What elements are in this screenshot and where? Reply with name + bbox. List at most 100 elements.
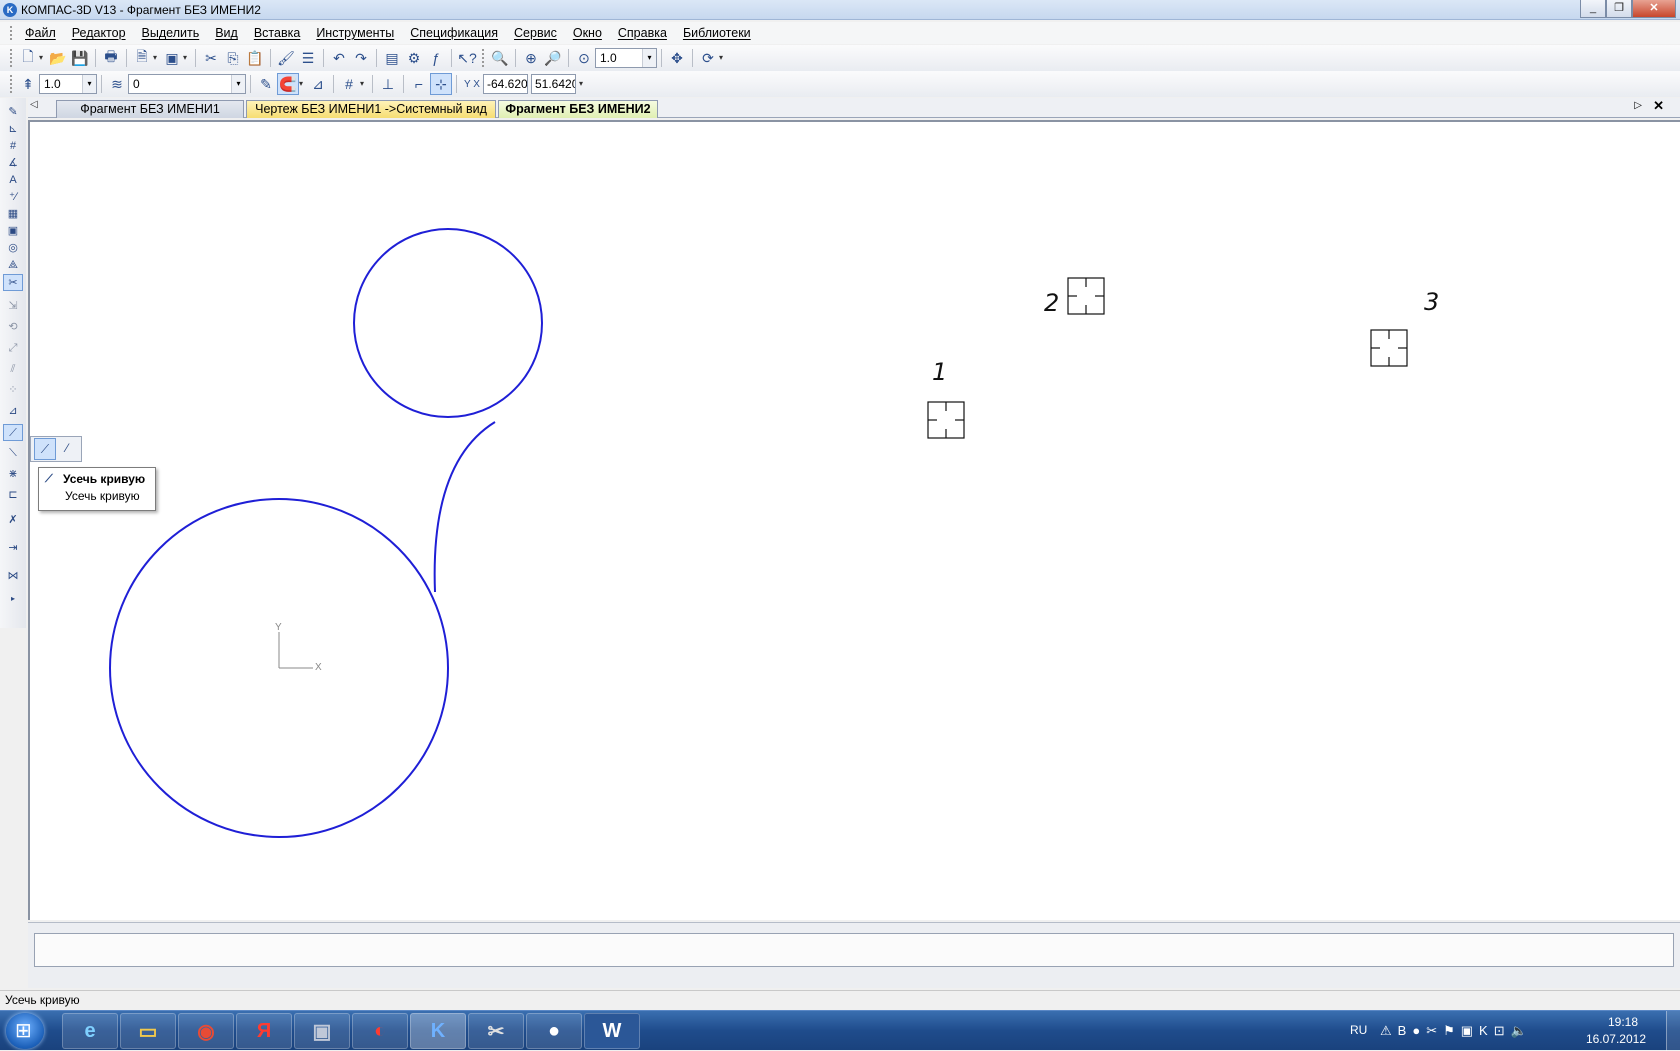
tray-k-icon[interactable]: K [1479,1023,1488,1039]
new-document-icon[interactable]: 🗋 [17,47,39,69]
save-icon[interactable]: 💾 [69,47,91,69]
zoom-window-icon[interactable]: 🔍 [489,47,511,69]
menu-service[interactable]: Сервис [506,26,565,40]
maximize-button[interactable]: ❐ [1606,0,1632,18]
copy-icon[interactable]: ⎘ [222,47,244,69]
geometry-tool-icon[interactable]: ✎ [3,104,23,121]
preview-icon[interactable]: 🗎 [131,47,153,69]
layers-icon[interactable]: ≋ [106,73,128,95]
measure-tool-icon[interactable]: ⁺∕ [3,189,23,206]
expand-toolbar-icon[interactable]: ▸ [3,590,23,607]
minimize-button[interactable]: _ [1580,0,1606,18]
toolbar-grip[interactable] [10,49,13,67]
pan-icon[interactable]: ✥ [666,47,688,69]
start-button[interactable] [6,1013,44,1049]
show-desktop-button[interactable] [1666,1011,1680,1051]
zoom-combo[interactable]: 1.0 ▾ [595,48,657,68]
network-icon[interactable]: ⊡ [1494,1023,1505,1039]
properties-box[interactable] [34,933,1674,967]
redo-icon[interactable]: ↷ [350,47,372,69]
symmetry-icon[interactable]: ⫽ [3,361,23,378]
properties-icon[interactable]: ☰ [297,47,319,69]
zoom-fit-icon[interactable]: ⊕ [520,47,542,69]
small-circle[interactable] [353,228,543,418]
orthogonal-mode-icon[interactable]: ⌐ [408,73,430,95]
word-icon[interactable]: W [584,1013,640,1049]
preview-dropdown-icon[interactable]: ▾ [153,47,161,69]
edit-tool-icon[interactable]: ∡ [3,155,23,172]
variables-icon[interactable]: ⚙ [403,47,425,69]
trim-two-points-icon[interactable]: ⁄ [56,438,78,460]
tray-agent-icon[interactable]: ● [1412,1023,1420,1039]
recorder-icon[interactable]: ◐ [352,1013,408,1049]
flag-icon[interactable]: ⚑ [1443,1023,1455,1039]
dimensions-tool-icon[interactable]: ⊾ [3,121,23,138]
move-icon[interactable]: ⇲ [3,298,23,315]
tab-fragment-2[interactable]: Фрагмент БЕЗ ИМЕНИ2 [498,100,658,118]
refresh-icon[interactable]: ⟳ [697,47,719,69]
divide-icon[interactable]: ⇥ [3,540,23,557]
chevron-down-icon[interactable]: ▾ [231,75,245,93]
point-marker-3[interactable] [1370,329,1408,367]
drawing-canvas[interactable]: Y X 1 2 3 [28,120,1680,920]
trim-curve-icon[interactable]: ⟋ [3,424,23,441]
menu-insert[interactable]: Вставка [246,26,308,40]
tab-drawing-1[interactable]: Чертеж БЕЗ ИМЕНИ1 ->Системный вид [246,100,496,118]
function-icon[interactable]: ƒ [425,47,447,69]
cut-icon[interactable]: ✂ [200,47,222,69]
tray-app-icon[interactable]: ⚠ [1380,1023,1392,1039]
tabs-left-arrow-icon[interactable]: ◁ [30,99,38,110]
layer-combo[interactable]: 0 ▾ [128,74,246,94]
local-cs-icon[interactable]: ⊥ [377,73,399,95]
scale-icon[interactable]: ⤢ [3,340,23,357]
explorer-icon[interactable]: ▭ [120,1013,176,1049]
ortho-icon[interactable]: ⊿ [307,73,329,95]
messenger-icon[interactable]: ● [526,1013,582,1049]
coord-x-field[interactable]: -64.620 [483,74,528,94]
snipping-icon[interactable]: ✂ [468,1013,524,1049]
coord-y-field[interactable]: 51.6420 [531,74,576,94]
new-dropdown-icon[interactable]: ▾ [39,47,47,69]
select-tool-icon[interactable]: ▦ [3,206,23,223]
grid-dropdown-icon[interactable]: ▾ [360,73,368,95]
menu-window[interactable]: Окно [565,26,610,40]
delete-icon[interactable]: ✗ [3,512,23,529]
ie-icon[interactable]: e [62,1013,118,1049]
menu-tools[interactable]: Инструменты [308,26,402,40]
paste-icon[interactable]: 📋 [244,47,266,69]
language-indicator[interactable]: RU [1350,1023,1367,1037]
menu-view[interactable]: Вид [207,26,246,40]
toolbar-grip-2[interactable] [482,49,485,67]
volume-icon[interactable]: 🔈 [1511,1023,1527,1039]
parametric-mode-icon[interactable]: ⊹ [430,73,452,95]
copy-array-icon[interactable]: ⁘ [3,382,23,399]
point-marker-1[interactable] [927,401,965,439]
spec-tool-icon[interactable]: ▣ [3,223,23,240]
manager-dropdown-icon[interactable]: ▾ [183,47,191,69]
coords-dropdown-icon[interactable]: ▾ [579,73,587,95]
close-button[interactable]: ✕ [1632,0,1676,18]
notation-tool-icon[interactable]: # [3,138,23,155]
chevron-down-icon[interactable]: ▾ [82,75,96,93]
insert-tool-icon[interactable]: ⟁ [3,257,23,274]
zoom-in-icon[interactable]: 🔎 [542,47,564,69]
copy-properties-icon[interactable]: 🖌 [275,47,297,69]
style-icon[interactable]: ✎ [255,73,277,95]
editing-panel-icon[interactable]: ✂ [3,274,23,291]
step-icon[interactable]: ⇞ [17,73,39,95]
tabs-right-arrow-icon[interactable]: ▷ [1634,100,1642,111]
menu-editor[interactable]: Редактор [64,26,134,40]
clock-time[interactable]: 19:18 [1608,1015,1638,1029]
snap-dropdown-icon[interactable]: ▾ [299,73,307,95]
floppy-icon[interactable]: ▣ [294,1013,350,1049]
tab-fragment-1[interactable]: Фрагмент БЕЗ ИМЕНИ1 [56,100,244,118]
print-icon[interactable]: 🖶 [100,47,122,69]
transform-icon[interactable]: ⋈ [3,568,23,585]
chrome-icon[interactable]: ◉ [178,1013,234,1049]
menu-grip[interactable] [10,26,13,40]
point-marker-2[interactable] [1067,277,1105,315]
connecting-arc[interactable] [433,421,496,593]
undo-icon[interactable]: ↶ [328,47,350,69]
parametrize-tool-icon[interactable]: A [3,172,23,189]
step-combo[interactable]: 1.0 ▾ [39,74,97,94]
